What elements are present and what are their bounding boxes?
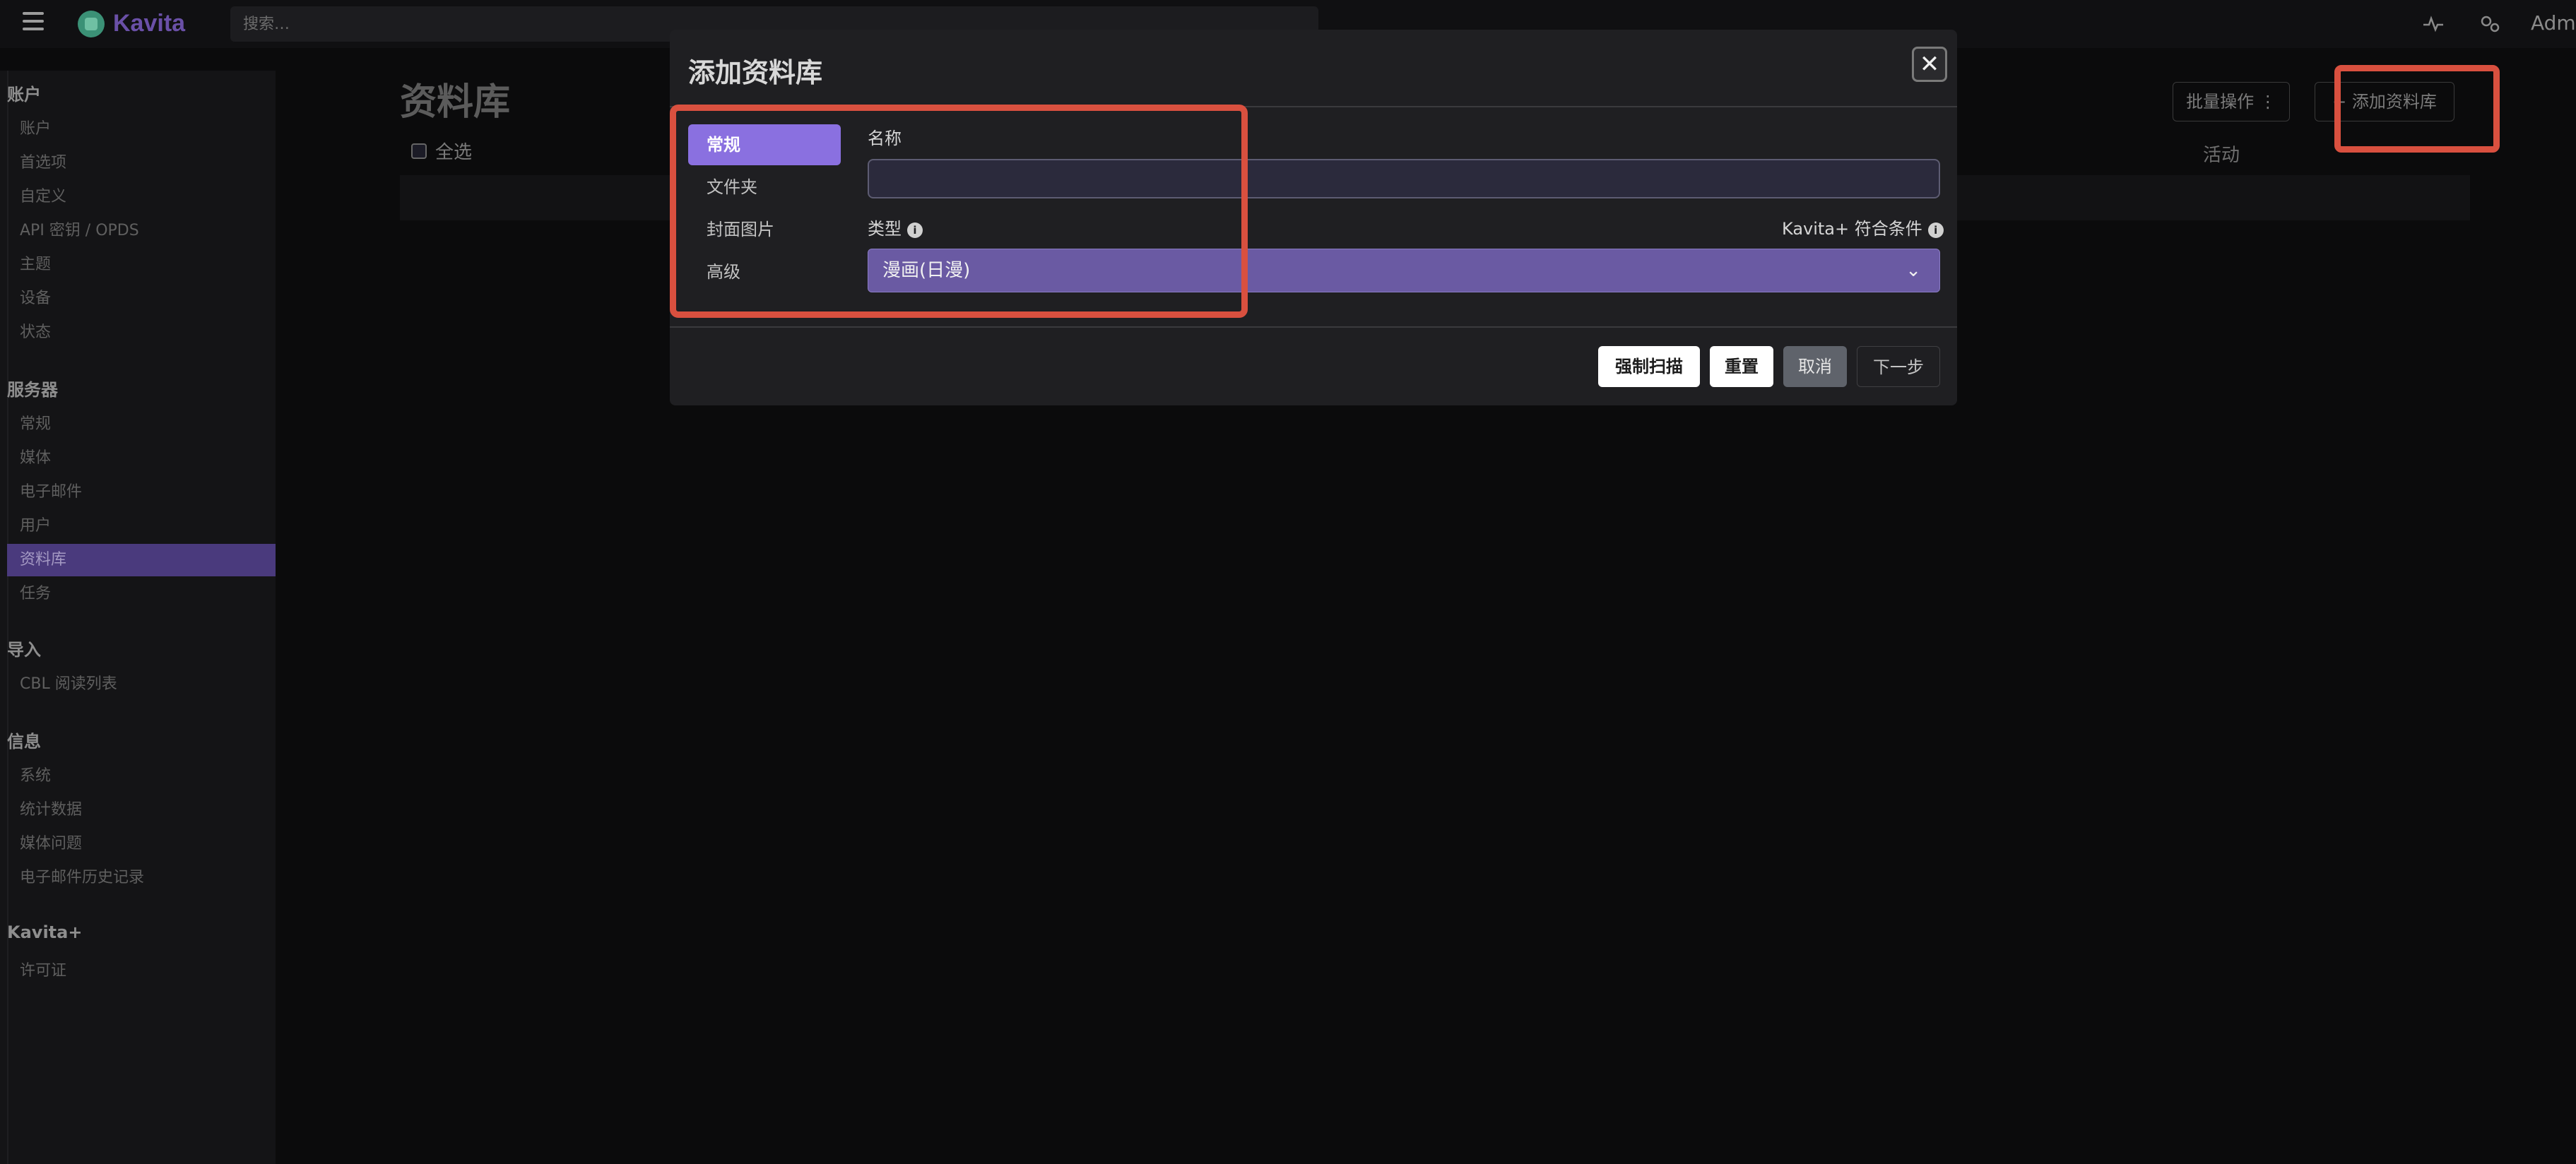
sidebar-section-account: 账户	[7, 85, 41, 105]
sidebar-item-tasks[interactable]: 任务	[7, 578, 276, 610]
sidebar-item-libraries[interactable]: 资料库	[7, 544, 276, 576]
bulk-actions-label: 批量操作	[2186, 92, 2255, 112]
sidebar-item-users[interactable]: 用户	[7, 510, 276, 542]
chevron-down-icon: ⌄	[1906, 260, 1921, 281]
kavita-plus-eligible-group: Kavita+ 符合条件 i	[1782, 215, 1944, 239]
page-title: 资料库	[400, 81, 511, 124]
sidebar-item-theme[interactable]: 主题	[7, 249, 276, 281]
sidebar-item-customize[interactable]: 自定义	[7, 181, 276, 213]
sidebar-item-api-key[interactable]: API 密钥 / OPDS	[7, 215, 276, 247]
close-icon: ✕	[1919, 50, 1940, 78]
sidebar-item-license[interactable]: 许可证	[7, 955, 276, 987]
kavita-logo-icon	[78, 10, 105, 37]
menu-icon[interactable]	[23, 12, 44, 33]
highlight-box-modal-tabs	[670, 105, 1248, 318]
activity-pulse-icon[interactable]	[2422, 13, 2445, 35]
sidebar-item-devices[interactable]: 设备	[7, 283, 276, 315]
sidebar-item-media[interactable]: 媒体	[7, 442, 276, 475]
select-all-checkbox[interactable]: 全选	[411, 138, 472, 164]
select-all-label: 全选	[435, 142, 473, 163]
app-logo[interactable]: Kavita	[78, 10, 185, 37]
bulk-actions-button[interactable]: 批量操作 ⋮	[2173, 82, 2290, 121]
sidebar-item-email[interactable]: 电子邮件	[7, 476, 276, 509]
sidebar-item-status[interactable]: 状态	[7, 316, 276, 349]
sidebar-item-statistics[interactable]: 统计数据	[7, 794, 276, 826]
sidebar-item-account[interactable]: 账户	[7, 113, 276, 146]
user-menu[interactable]: Admin	[2531, 11, 2576, 35]
cancel-button[interactable]: 取消	[1783, 346, 1847, 387]
kebab-menu-icon: ⋮	[2259, 92, 2276, 112]
info-icon[interactable]: i	[1927, 222, 1944, 238]
sidebar-section-server: 服务器	[7, 380, 58, 400]
sidebar-section-info: 信息	[7, 732, 41, 752]
sidebar-item-preferences[interactable]: 首选项	[7, 147, 276, 179]
sidebar-item-general[interactable]: 常规	[7, 408, 276, 441]
sidebar-item-cbl-reading-list[interactable]: CBL 阅读列表	[7, 668, 276, 701]
sidebar-item-email-history[interactable]: 电子邮件历史记录	[7, 862, 276, 894]
column-header-activity: 活动	[2203, 145, 2240, 166]
reset-button[interactable]: 重置	[1710, 346, 1773, 387]
next-button[interactable]: 下一步	[1857, 346, 1940, 387]
settings-sidebar: 账户 账户 首选项 自定义 API 密钥 / OPDS 主题 设备 状态 服务器…	[0, 71, 276, 1164]
modal-title: 添加资料库	[688, 57, 823, 88]
modal-footer-divider	[670, 326, 1957, 328]
checkbox-icon[interactable]	[411, 143, 427, 159]
sidebar-section-kavita-plus: Kavita+	[7, 922, 83, 942]
close-button[interactable]: ✕	[1912, 47, 1947, 82]
sidebar-item-system[interactable]: 系统	[7, 760, 276, 792]
force-scan-button[interactable]: 强制扫描	[1598, 346, 1700, 387]
sidebar-section-import: 导入	[7, 640, 41, 660]
settings-gears-icon[interactable]	[2478, 13, 2501, 35]
sidebar-item-media-issues[interactable]: 媒体问题	[7, 828, 276, 860]
highlight-box-add-library	[2334, 65, 2500, 153]
kavita-plus-eligible-label: Kavita+ 符合条件	[1782, 219, 1922, 239]
app-name: Kavita	[113, 10, 186, 37]
